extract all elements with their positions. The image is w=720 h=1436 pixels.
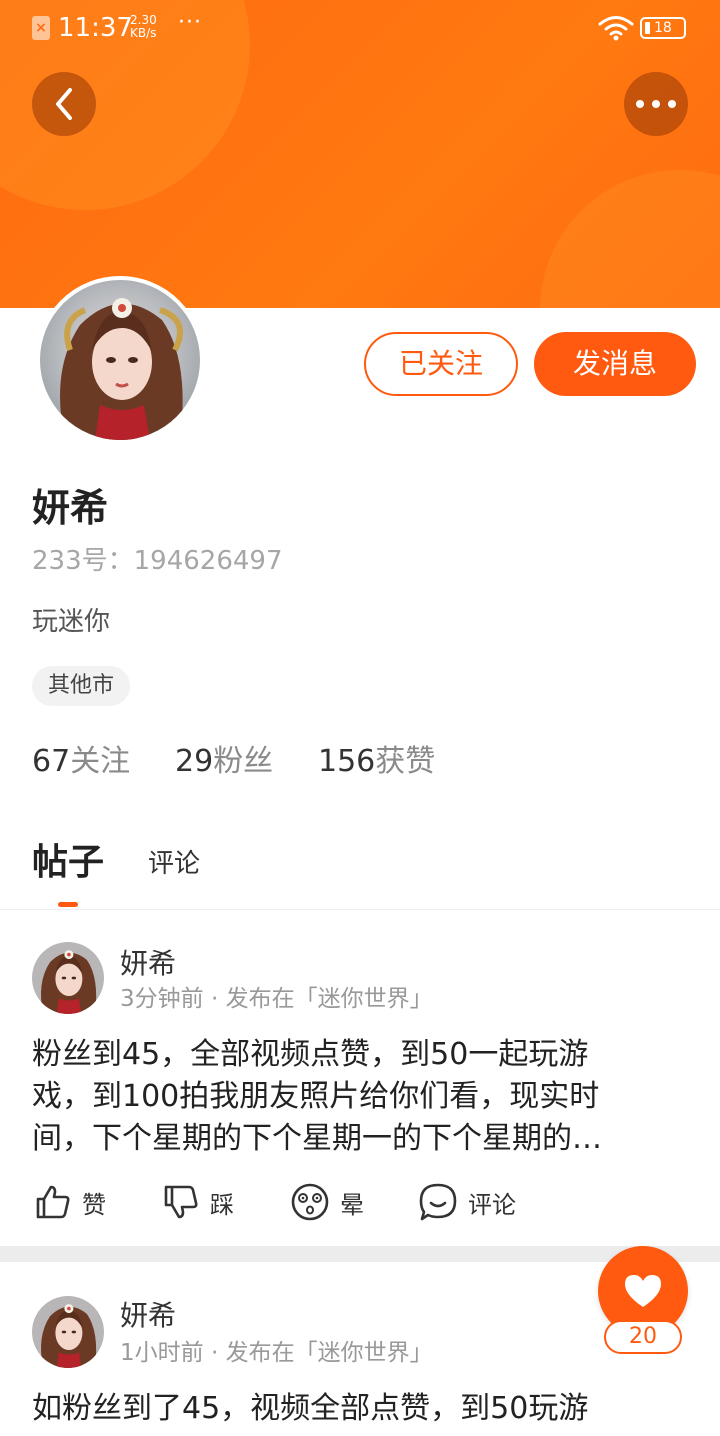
profile-avatar[interactable] (36, 276, 204, 444)
back-button[interactable] (32, 72, 96, 136)
chevron-left-icon (56, 88, 72, 120)
header-decoration (540, 170, 720, 308)
like-button[interactable]: 赞 (34, 1180, 106, 1224)
like-label: 赞 (82, 1190, 106, 1219)
comment-bubble-icon (419, 1183, 457, 1221)
following-button[interactable]: 已关注 (364, 332, 518, 396)
more-options-button[interactable] (624, 72, 688, 136)
stat-fans[interactable]: 29粉丝 (175, 740, 273, 784)
avatar-image (32, 942, 104, 1014)
dislike-button[interactable]: 踩 (162, 1180, 234, 1224)
dot (668, 100, 676, 108)
post-line: 戏，到100拍我朋友照片给你们看，现实时 (32, 1079, 600, 1114)
post-line: 间，下个星期的下个星期一的下个星期的… (32, 1121, 602, 1156)
avatar-image (32, 1296, 104, 1368)
more-notifications-icon: ··· (178, 10, 202, 35)
avatar-image (40, 280, 200, 440)
stat-label: 粉丝 (213, 744, 274, 779)
post-meta: 1小时前 · 发布在「迷你世界」 (120, 1340, 433, 1366)
thumbs-up-icon (36, 1185, 70, 1219)
status-bar: × 11:37 2.30 KB/s ··· 18 (0, 0, 720, 56)
dislike-label: 踩 (210, 1190, 234, 1219)
user-id: 233号：194626497 (32, 546, 283, 576)
sim-icon: × (32, 16, 50, 40)
like-count-badge: 20 (604, 1320, 682, 1354)
post-line: 粉丝到45，全部视频点赞，到50一起玩游 (32, 1037, 589, 1072)
tab-comments[interactable]: 评论 (148, 846, 200, 882)
post-author-avatar[interactable] (32, 942, 104, 1014)
dot (652, 100, 660, 108)
post-content[interactable]: 粉丝到45，全部视频点赞，到50一起玩游 戏，到100拍我朋友照片给你们看，现实… (32, 1034, 692, 1160)
dizzy-face-icon (291, 1183, 329, 1221)
profile-header-banner: × 11:37 2.30 KB/s ··· 18 (0, 0, 720, 308)
profile-bio: 玩迷你 (32, 607, 111, 637)
dot (636, 100, 644, 108)
stat-label: 关注 (70, 744, 131, 779)
stat-number: 67 (32, 744, 71, 779)
post-author-name[interactable]: 妍希 (120, 946, 176, 982)
tab-posts[interactable]: 帖子 (32, 840, 104, 886)
post-author-name[interactable]: 妍希 (120, 1298, 176, 1334)
stat-label: 获赞 (375, 744, 436, 779)
post-meta: 3分钟前 · 发布在「迷你世界」 (120, 986, 433, 1012)
stat-likes[interactable]: 156获赞 (318, 740, 435, 784)
thumbs-down-icon (164, 1185, 198, 1219)
post-author-avatar[interactable] (32, 1296, 104, 1368)
heart-icon (625, 1275, 661, 1307)
wifi-icon (598, 16, 634, 41)
profile-name: 妍希 (32, 486, 109, 530)
stat-number: 156 (318, 744, 376, 779)
divider (0, 909, 720, 910)
post-line: 如粉丝到了45，视频全部点赞，到50玩游 (32, 1391, 589, 1426)
comment-button[interactable]: 评论 (418, 1180, 516, 1224)
battery-indicator: 18 (640, 17, 686, 39)
send-message-button[interactable]: 发消息 (534, 332, 696, 396)
post-content[interactable]: 如粉丝到了45，视频全部点赞，到50玩游 (32, 1388, 692, 1430)
location-tag: 其他市 (32, 666, 131, 706)
stat-following[interactable]: 67关注 (32, 740, 130, 784)
stat-number: 29 (175, 744, 214, 779)
dizzy-label: 晕 (340, 1190, 364, 1219)
status-time: 11:37 (58, 13, 133, 43)
network-speed: 2.30 KB/s (130, 13, 157, 40)
tab-active-indicator (58, 902, 78, 907)
comment-label: 评论 (468, 1190, 516, 1219)
dizzy-button[interactable]: 晕 (290, 1180, 364, 1224)
